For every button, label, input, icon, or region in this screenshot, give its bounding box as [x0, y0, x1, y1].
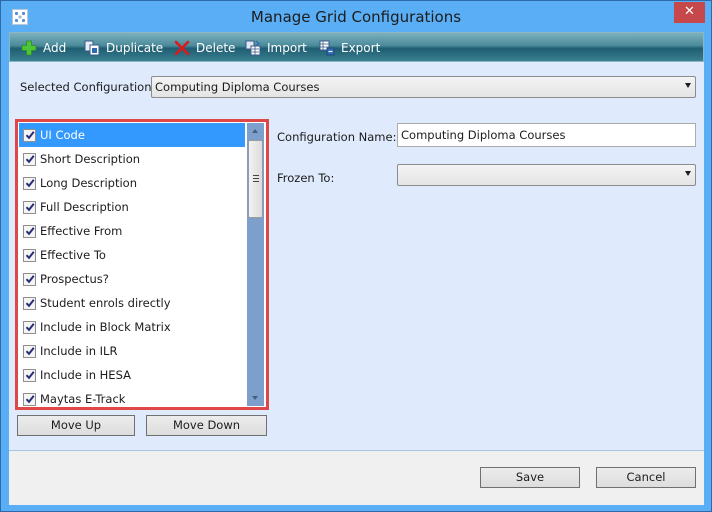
delete-label: Delete [196, 41, 236, 55]
checkmark-icon [25, 275, 35, 284]
close-icon: ✕ [684, 4, 695, 19]
export-icon [319, 40, 335, 56]
list-item-label: Include in HESA [40, 368, 131, 382]
toolbar: Add Duplicate Delete Import Export [9, 32, 704, 62]
checkbox[interactable] [23, 176, 36, 190]
selected-configuration-label: Selected Configuration: [20, 80, 156, 94]
list-item[interactable]: Short Description [19, 147, 245, 171]
dialog-footer: Save Cancel [9, 450, 704, 505]
move-down-button[interactable]: Move Down [146, 415, 267, 436]
title-bar[interactable]: Manage Grid Configurations ✕ [1, 1, 711, 33]
selected-configuration-dropdown[interactable]: Computing Diploma Courses [151, 76, 696, 98]
delete-x-icon [174, 40, 190, 56]
checkbox[interactable] [23, 320, 36, 334]
list-item[interactable]: Prospectus? [19, 267, 245, 291]
checkmark-icon [25, 131, 35, 140]
checkbox[interactable] [23, 152, 36, 166]
checkmark-icon [25, 179, 35, 188]
checkmark-icon [25, 203, 35, 212]
list-item-label: Include in Block Matrix [40, 320, 171, 334]
add-button[interactable]: Add [21, 39, 66, 57]
chevron-down-icon [685, 171, 691, 176]
list-item-label: Effective From [40, 224, 123, 238]
list-item[interactable]: Include in Block Matrix [19, 315, 245, 339]
window-title: Manage Grid Configurations [250, 8, 462, 26]
frozen-to-dropdown[interactable] [397, 164, 696, 186]
list-item[interactable]: Include in HESA [19, 363, 245, 387]
configuration-name-input[interactable]: Computing Diploma Courses [397, 123, 696, 147]
checkbox[interactable] [23, 392, 36, 406]
add-label: Add [43, 41, 67, 55]
save-button[interactable]: Save [480, 467, 580, 488]
checkbox[interactable] [23, 128, 36, 142]
duplicate-button[interactable]: Duplicate [84, 39, 163, 57]
list-item-label: Short Description [40, 152, 141, 166]
plus-icon [21, 40, 37, 56]
chevron-down-icon [685, 83, 691, 88]
grip-icon [253, 175, 259, 182]
selected-configuration-row: Selected Configuration: Computing Diplom… [9, 62, 704, 114]
list-item-label: Prospectus? [40, 272, 109, 286]
dialog-body: Add Duplicate Delete Import Export Selec… [9, 32, 704, 505]
configuration-name-label: Configuration Name: [277, 130, 397, 144]
export-button[interactable]: Export [319, 39, 380, 57]
frozen-to-label: Frozen To: [277, 171, 335, 185]
move-up-button[interactable]: Move Up [17, 415, 135, 436]
checkmark-icon [25, 299, 35, 308]
list-item-label: Maytas E-Track [40, 392, 126, 406]
import-label: Import [267, 41, 307, 55]
list-item[interactable]: Include in ILR [19, 339, 245, 363]
delete-button[interactable]: Delete [174, 39, 235, 57]
list-item[interactable]: Full Description [19, 195, 245, 219]
list-item[interactable]: Maytas E-Track [19, 387, 245, 406]
checkmark-icon [25, 347, 35, 356]
checkbox[interactable] [23, 224, 36, 238]
checkbox[interactable] [23, 296, 36, 310]
checkbox[interactable] [23, 200, 36, 214]
list-item-label: UI Code [40, 128, 85, 142]
checkbox[interactable] [23, 248, 36, 262]
manage-grid-configurations-window: Manage Grid Configurations ✕ Add Duplica… [0, 0, 712, 512]
cancel-button[interactable]: Cancel [596, 467, 696, 488]
checkbox[interactable] [23, 368, 36, 382]
list-item[interactable]: UI Code [19, 123, 245, 147]
list-item-label: Student enrols directly [40, 296, 171, 310]
checkmark-icon [25, 395, 35, 404]
configuration-name-value: Computing Diploma Courses [401, 128, 566, 142]
list-item[interactable]: Effective To [19, 243, 245, 267]
scrollbar-thumb[interactable] [248, 140, 263, 218]
checkmark-icon [25, 227, 35, 236]
list-item-label: Effective To [40, 248, 106, 262]
import-icon [245, 40, 261, 56]
checkbox[interactable] [23, 272, 36, 286]
checkmark-icon [25, 251, 35, 260]
scroll-down-arrow-icon[interactable] [247, 390, 264, 406]
duplicate-label: Duplicate [106, 41, 164, 55]
checkmark-icon [25, 371, 35, 380]
close-button[interactable]: ✕ [674, 2, 705, 23]
list-item-label: Full Description [40, 200, 129, 214]
checkbox[interactable] [23, 344, 36, 358]
scroll-up-arrow-icon[interactable] [247, 123, 264, 139]
columns-list-scrollbar[interactable] [247, 123, 264, 406]
list-item-label: Include in ILR [40, 344, 118, 358]
selected-configuration-value: Computing Diploma Courses [155, 80, 320, 94]
list-item-label: Long Description [40, 176, 137, 190]
columns-list[interactable]: UI Code Short Description Long Description… [19, 123, 245, 406]
duplicate-icon [84, 40, 100, 56]
checkmark-icon [25, 323, 35, 332]
columns-list-highlight: UI Code Short Description Long Description… [15, 119, 269, 410]
export-label: Export [341, 41, 381, 55]
list-item[interactable]: Long Description [19, 171, 245, 195]
list-item[interactable]: Student enrols directly [19, 291, 245, 315]
import-button[interactable]: Import [245, 39, 307, 57]
list-item[interactable]: Effective From [19, 219, 245, 243]
checkmark-icon [25, 155, 35, 164]
